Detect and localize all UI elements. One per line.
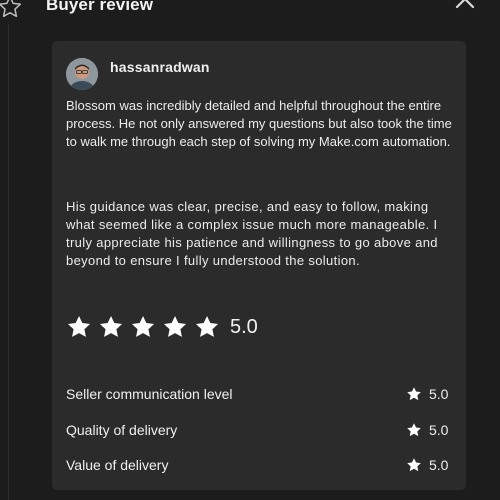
star-outline-icon: [0, 0, 22, 18]
star-icon: [131, 315, 155, 337]
avatar[interactable]: [66, 58, 98, 90]
metric-label: Quality of delivery: [66, 422, 178, 438]
metric-score: 5.0: [429, 422, 449, 438]
star-icon: [195, 315, 219, 337]
star-icon: [67, 315, 91, 337]
overall-rating: 5.0: [66, 313, 258, 341]
star-icon: [407, 458, 421, 472]
metric-score: 5.0: [429, 386, 449, 402]
star-icon: [407, 423, 421, 437]
avatar-photo: [66, 58, 98, 90]
metric-seller-communication: Seller communication level 5.0: [66, 384, 452, 404]
overall-score: 5.0: [230, 315, 258, 338]
chevron-up-icon[interactable]: [454, 0, 476, 11]
star-icon: [99, 315, 123, 337]
reviewer-username[interactable]: hassanradwan: [110, 59, 210, 75]
left-divider: [8, 24, 9, 500]
metric-score: 5.0: [429, 457, 449, 473]
review-paragraph: Blossom was incredibly detailed and help…: [66, 98, 452, 149]
metric-label: Seller communication level: [66, 386, 233, 402]
metric-quality-of-delivery: Quality of delivery 5.0: [66, 420, 452, 440]
star-icon: [163, 315, 187, 337]
metric-value-of-delivery: Value of delivery 5.0: [66, 455, 452, 475]
metric-label: Value of delivery: [66, 457, 169, 473]
star-icon: [407, 387, 421, 401]
review-page: Buyer review hassanradwan Blossom was in…: [0, 0, 500, 500]
review-section-header[interactable]: Buyer review: [0, 0, 500, 24]
section-title: Buyer review: [46, 0, 154, 14]
review-card: hassanradwan Blossom was incredibly deta…: [52, 41, 466, 490]
review-paragraph: His guidance was clear, precise, and eas…: [66, 199, 438, 268]
